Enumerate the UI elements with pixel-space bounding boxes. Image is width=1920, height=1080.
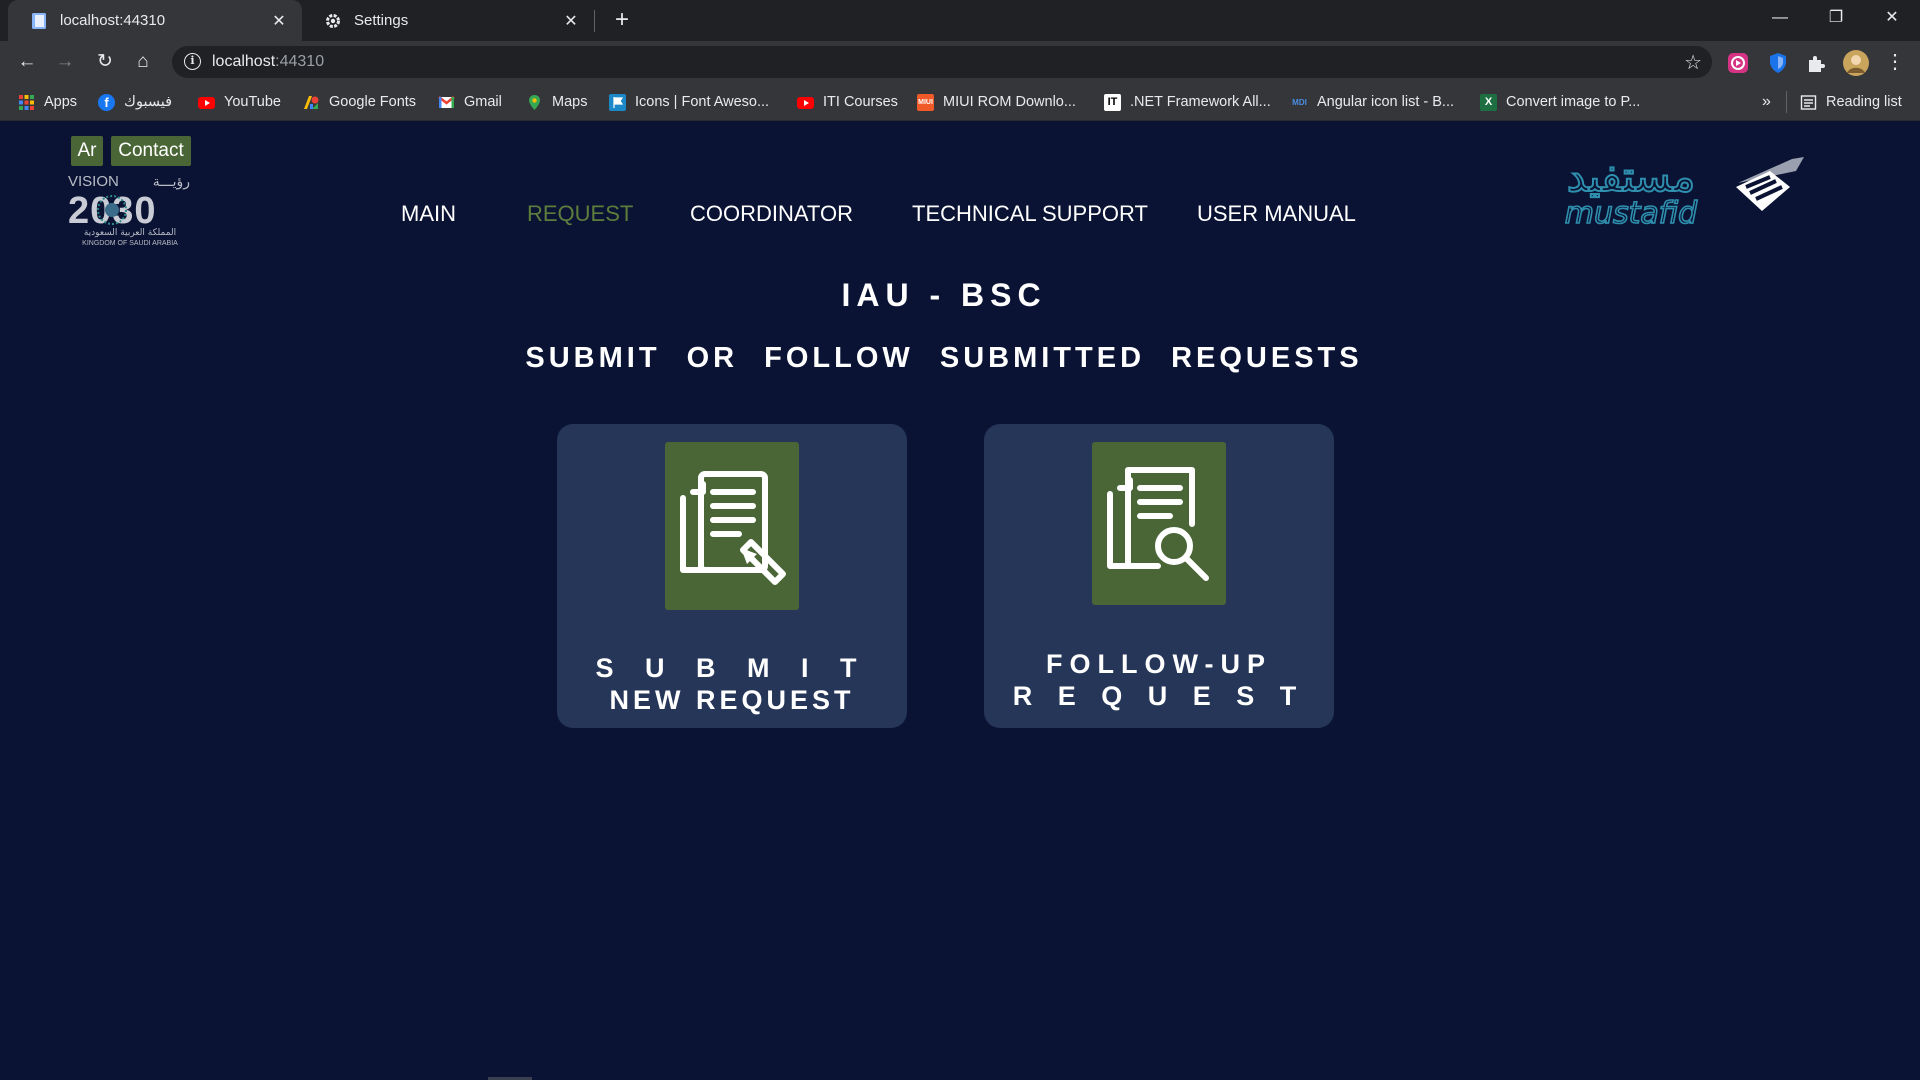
card-label-line1: FOLLOW-UP — [1046, 649, 1272, 679]
tab-title: localhost:44310 — [60, 12, 166, 29]
google-fonts-icon — [303, 94, 320, 111]
bookmark-label: Apps — [44, 94, 78, 110]
reading-list-button[interactable]: Reading list — [1800, 91, 1902, 113]
menu-kebab-icon[interactable]: ⋮ — [1882, 49, 1908, 75]
bookmark-label: فيسبوك — [124, 94, 173, 110]
nav-coordinator[interactable]: COORDINATOR — [690, 201, 853, 227]
apps-grid-icon — [18, 94, 35, 111]
maps-icon — [526, 94, 543, 111]
profile-avatar[interactable] — [1842, 49, 1870, 77]
bookmark-label: Convert image to P... — [1506, 94, 1641, 110]
media-extension-icon[interactable] — [1726, 51, 1750, 75]
gear-icon — [324, 12, 342, 30]
bookmark-label: YouTube — [224, 94, 281, 110]
close-tab-icon[interactable]: ✕ — [270, 11, 288, 31]
tab-divider — [594, 10, 595, 32]
bookmarks-bar: Apps f فيسبوك YouTube Google Fonts Gmail… — [0, 83, 1920, 121]
nav-technical-support[interactable]: TECHNICAL SUPPORT — [912, 201, 1148, 227]
mustafid-logo: مستفيد mustafid — [1558, 151, 1704, 232]
url-text: localhost:44310 — [212, 53, 325, 70]
bookmarks-overflow-button[interactable]: » — [1762, 91, 1771, 113]
bookmark-facebook[interactable]: f فيسبوك — [98, 91, 172, 113]
svg-text:KINGDOM OF SAUDI ARABIA: KINGDOM OF SAUDI ARABIA — [82, 240, 178, 247]
svg-text:mustafid: mustafid — [1565, 196, 1698, 231]
reading-list-icon — [1800, 94, 1817, 111]
miui-icon: MIUI — [917, 93, 934, 111]
excel-icon: X — [1480, 93, 1497, 111]
restore-icon[interactable]: ❐ — [1808, 0, 1864, 36]
card-label-line1: S U B M I T — [595, 653, 869, 683]
info-icon[interactable]: i — [184, 53, 201, 70]
tab-title: Settings — [354, 12, 409, 29]
reading-list-label: Reading list — [1826, 94, 1902, 110]
svg-text:رؤيـــة: رؤيـــة — [153, 174, 190, 190]
nav-user-manual[interactable]: USER MANUAL — [1197, 201, 1356, 227]
document-search-icon — [1092, 442, 1226, 605]
page-title: IAU - BSC — [841, 277, 1047, 313]
document-edit-icon — [665, 442, 799, 610]
university-emblem-logo — [1732, 153, 1810, 223]
bookmark-font-awesome[interactable]: Icons | Font Aweso... — [609, 91, 769, 113]
mdi-icon: MDI — [1292, 97, 1307, 107]
contact-button[interactable]: Contact — [111, 136, 191, 166]
home-icon[interactable]: ⌂ — [130, 49, 156, 75]
puzzle-extensions-icon[interactable] — [1804, 51, 1828, 75]
follow-up-request-card[interactable]: FOLLOW-UP R E Q U E S T — [984, 424, 1334, 728]
nav-main[interactable]: MAIN — [401, 201, 456, 227]
bookmark-apps[interactable]: Apps — [18, 91, 77, 113]
nav-request[interactable]: REQUEST — [527, 201, 633, 227]
bookmark-dotnet[interactable]: IT .NET Framework All... — [1104, 91, 1271, 113]
svg-text:VISION: VISION — [68, 173, 119, 190]
bookmark-convert-image[interactable]: X Convert image to P... — [1480, 91, 1640, 113]
tab-settings[interactable]: Settings ✕ — [302, 0, 594, 41]
address-bar[interactable]: i localhost:44310 ☆ — [172, 46, 1712, 78]
forward-icon[interactable]: → — [52, 49, 78, 75]
bookmark-label: Icons | Font Aweso... — [635, 94, 770, 110]
vision-2030-logo: VISION رؤيـــة 2030 المملكة العربية السع… — [66, 169, 194, 247]
bookmark-maps[interactable]: Maps — [526, 91, 587, 113]
back-icon[interactable]: ← — [14, 49, 40, 75]
bookmark-angular-icons[interactable]: MDI Angular icon list - B... — [1291, 91, 1454, 113]
card-label-line2: NEW REQUEST — [609, 685, 855, 715]
youtube-icon — [198, 94, 215, 111]
close-tab-icon[interactable]: ✕ — [562, 11, 580, 31]
bookmark-google-fonts[interactable]: Google Fonts — [303, 91, 416, 113]
submit-new-request-card[interactable]: S U B M I T NEW REQUEST — [557, 424, 907, 728]
shield-extension-icon[interactable] — [1766, 51, 1790, 75]
tab-localhost[interactable]: localhost:44310 ✕ — [8, 0, 302, 41]
font-awesome-icon — [609, 93, 626, 111]
close-window-icon[interactable]: ✕ — [1864, 0, 1920, 36]
browser-toolbar: ← → ↻ ⌂ i localhost:44310 ☆ ⋮ — [0, 41, 1920, 83]
browser-tab-bar: localhost:44310 ✕ Settings ✕ + — ❐ ✕ — [0, 0, 1920, 41]
bookmark-label: Angular icon list - B... — [1317, 94, 1454, 110]
bookmark-label: Google Fonts — [329, 94, 417, 110]
bookmark-divider — [1786, 91, 1787, 113]
page-subtitle: SUBMIT OR FOLLOW SUBMITTED REQUESTS — [525, 342, 1363, 374]
arabic-language-button[interactable]: Ar — [71, 136, 103, 166]
svg-text:مستفيد: مستفيد — [1567, 152, 1696, 201]
bookmark-youtube[interactable]: YouTube — [198, 91, 281, 113]
reload-icon[interactable]: ↻ — [92, 49, 118, 75]
bookmark-label: .NET Framework All... — [1130, 94, 1271, 110]
minimize-icon[interactable]: — — [1752, 0, 1808, 36]
page-icon — [30, 12, 48, 30]
youtube-icon — [797, 94, 814, 111]
new-tab-button[interactable]: + — [608, 6, 636, 34]
bookmark-label: Gmail — [464, 94, 502, 110]
bookmark-gmail[interactable]: Gmail — [438, 91, 502, 113]
bookmark-iti-courses[interactable]: ITI Courses — [797, 91, 898, 113]
bookmark-star-icon[interactable]: ☆ — [1684, 50, 1702, 75]
facebook-icon: f — [98, 93, 115, 111]
it-icon: IT — [1104, 93, 1121, 111]
bookmark-miui[interactable]: MIUI MIUI ROM Downlo... — [917, 91, 1076, 113]
bookmark-label: MIUI ROM Downlo... — [943, 94, 1076, 110]
gmail-icon — [438, 94, 455, 111]
bookmark-label: ITI Courses — [823, 94, 898, 110]
bookmark-label: Maps — [552, 94, 588, 110]
card-label-line2: R E Q U E S T — [1012, 681, 1306, 711]
svg-text:المملكة العربية السعودية: المملكة العربية السعودية — [84, 228, 176, 238]
page-content: Ar Contact VISION رؤيـــة 2030 المملكة ا… — [0, 121, 1920, 1080]
